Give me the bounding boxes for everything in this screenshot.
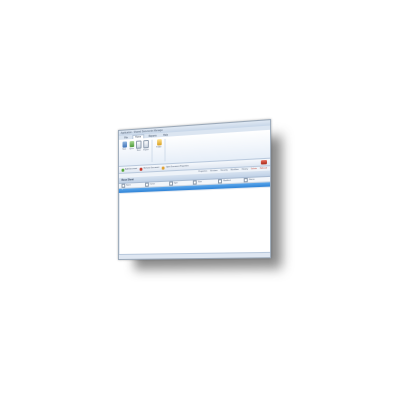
column-checkbox-icon <box>168 181 173 186</box>
remove-icon <box>139 167 143 171</box>
new-button[interactable]: New <box>122 141 127 151</box>
subtab-properties[interactable]: Properties <box>198 170 207 173</box>
column-checkbox-icon <box>144 182 149 187</box>
subtab-workflow[interactable]: Workflow <box>231 169 239 172</box>
column-header-modified-label: Modified <box>223 179 231 183</box>
status-bar <box>118 251 271 259</box>
new-button-label: New <box>122 148 127 151</box>
column-header-name-label: Name <box>126 184 131 187</box>
export-icon <box>143 139 149 149</box>
save-button[interactable]: Save <box>136 140 142 152</box>
tab-help[interactable]: Help <box>161 133 170 137</box>
properties-button[interactable]: Open Document Properties <box>162 165 189 170</box>
subtab-versions[interactable]: Versions <box>210 170 217 172</box>
add-document-button[interactable]: Add Document <box>121 167 138 172</box>
save-icon <box>136 140 142 149</box>
column-checkbox-icon <box>218 179 223 184</box>
open-button[interactable]: Open <box>129 140 134 151</box>
new-icon <box>122 141 127 148</box>
grid-empty-area[interactable] <box>118 187 271 254</box>
subtab-history[interactable]: History <box>242 168 248 170</box>
delete-link[interactable]: Delete <box>251 168 257 170</box>
column-header-size-label: Size <box>198 181 202 184</box>
column-header-owner-label: Owner <box>149 183 155 186</box>
column-header-status-label: Status <box>248 178 255 182</box>
column-checkbox-icon <box>243 177 248 183</box>
app-window: Application - Shared Documents Manager F… <box>118 119 272 260</box>
refresh-link[interactable]: Refresh <box>260 167 267 169</box>
tab-file[interactable]: File <box>122 136 129 140</box>
add-document-label: Add Document <box>125 167 138 171</box>
ribbon-group-folder: Folder <box>156 138 166 162</box>
save-button-label: Save <box>136 149 141 152</box>
folder-icon <box>156 139 162 146</box>
properties-label: Open Document Properties <box>165 165 189 169</box>
open-button-label: Open <box>129 148 134 151</box>
properties-icon <box>162 165 165 170</box>
column-checkbox-icon <box>121 183 126 188</box>
screenshot-stage: Application - Shared Documents Manager F… <box>0 0 400 400</box>
tab-home[interactable]: Home <box>132 134 144 140</box>
export-button-label: Export <box>143 149 149 152</box>
add-icon <box>121 168 125 172</box>
close-panel-icon[interactable] <box>260 159 267 165</box>
remove-document-button[interactable]: Remove Document <box>139 166 160 171</box>
ribbon-group-file: New Open Save Export <box>121 139 153 164</box>
column-header-type-label: Type <box>173 182 178 185</box>
open-icon <box>129 140 134 148</box>
subtab-security[interactable]: Security <box>221 169 228 171</box>
export-button[interactable]: Export <box>143 139 149 152</box>
folder-button-label: Folder <box>156 146 162 149</box>
folder-button[interactable]: Folder <box>156 139 162 149</box>
remove-document-label: Remove Document <box>143 166 160 170</box>
column-checkbox-icon <box>193 180 198 185</box>
